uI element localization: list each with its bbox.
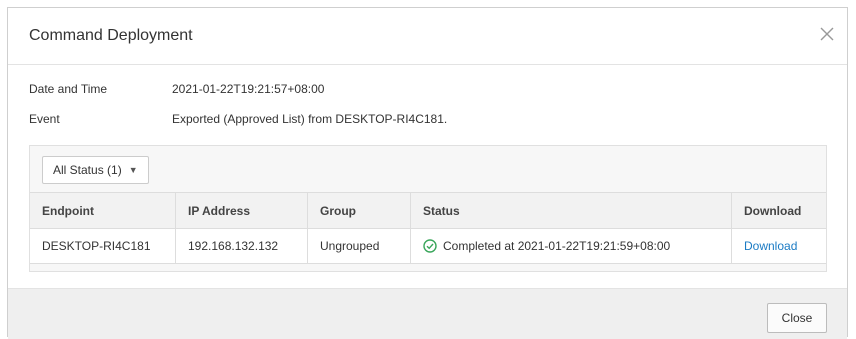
column-header-download[interactable]: Download xyxy=(731,192,826,229)
status-filter-label: All Status (1) xyxy=(53,163,122,177)
event-label: Event xyxy=(29,112,60,126)
endpoint-panel: All Status (1) ▼ Endpoint IP Address Gro… xyxy=(29,145,827,272)
dialog-footer: Close xyxy=(8,288,847,339)
event-row: Event Exported (Approved List) from DESK… xyxy=(29,112,447,142)
status-cell: Completed at 2021-01-22T19:21:59+08:00 xyxy=(410,228,732,264)
column-header-status[interactable]: Status xyxy=(410,192,732,229)
endpoint-cell: DESKTOP-RI4C181 xyxy=(30,228,176,264)
download-link[interactable]: Download xyxy=(744,239,797,253)
check-circle-icon xyxy=(423,239,437,253)
dialog-header: Command Deployment xyxy=(8,8,847,65)
endpoint-table: Endpoint IP Address Group Status Downloa… xyxy=(30,192,826,264)
date-time-value: 2021-01-22T19:21:57+08:00 xyxy=(172,82,325,96)
dialog-title: Command Deployment xyxy=(29,27,193,44)
table-header-row: Endpoint IP Address Group Status Downloa… xyxy=(30,192,826,229)
deployment-info: Date and Time 2021-01-22T19:21:57+08:00 … xyxy=(29,82,447,142)
event-value: Exported (Approved List) from DESKTOP-RI… xyxy=(172,112,448,126)
group-cell: Ungrouped xyxy=(307,228,411,264)
command-deployment-dialog: Command Deployment Date and Time 2021-01… xyxy=(7,7,848,339)
status-text: Completed at 2021-01-22T19:21:59+08:00 xyxy=(443,239,671,253)
status-filter-dropdown[interactable]: All Status (1) ▼ xyxy=(42,156,149,184)
column-header-group[interactable]: Group xyxy=(307,192,411,229)
close-icon[interactable] xyxy=(817,24,837,44)
close-button[interactable]: Close xyxy=(767,303,827,333)
date-time-row: Date and Time 2021-01-22T19:21:57+08:00 xyxy=(29,82,447,112)
date-time-label: Date and Time xyxy=(29,82,108,96)
column-header-ip-address[interactable]: IP Address xyxy=(175,192,308,229)
column-header-endpoint[interactable]: Endpoint xyxy=(30,192,176,229)
table-row: DESKTOP-RI4C181 192.168.132.132 Ungroupe… xyxy=(30,228,826,264)
caret-down-icon: ▼ xyxy=(128,165,138,175)
ip-address-cell: 192.168.132.132 xyxy=(175,228,308,264)
download-cell: Download xyxy=(731,228,826,264)
